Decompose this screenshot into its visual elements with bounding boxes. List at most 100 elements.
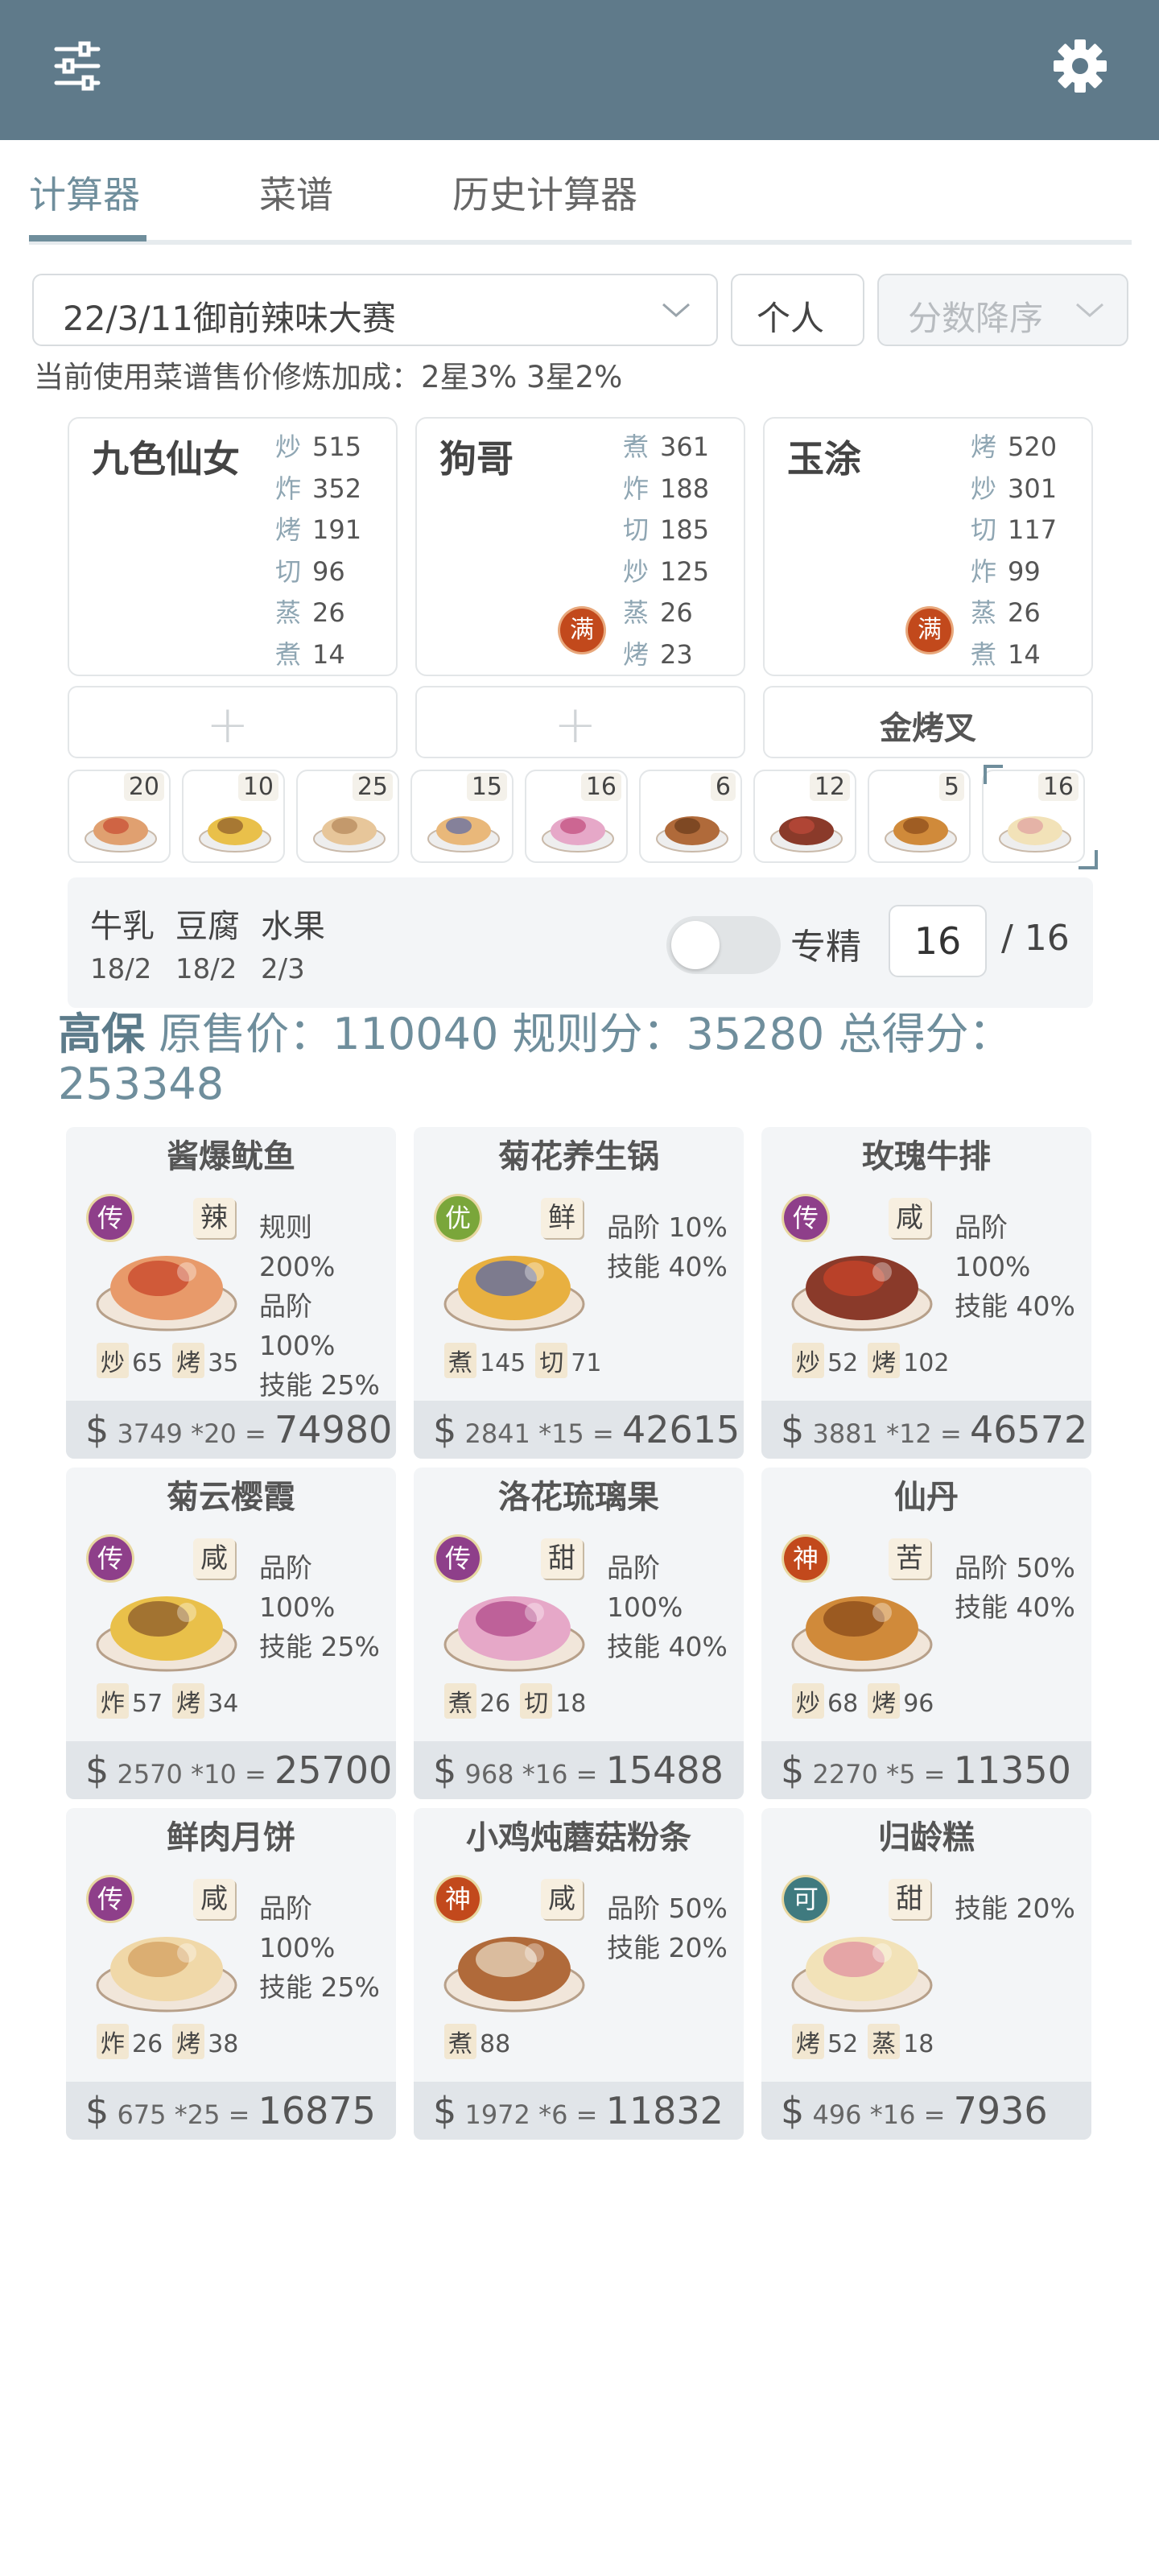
quantity: *16: [522, 1759, 568, 1790]
total-score: 253348: [58, 1059, 225, 1109]
skill-requirement: 炒 52: [792, 1343, 858, 1378]
recipe-card[interactable]: 玫瑰牛排 传 咸 品阶 100% 技能 40% 炒 52 烤 102 $ 3881 *12…: [761, 1127, 1091, 1459]
unit-price: 3881: [812, 1418, 878, 1449]
recipe-name: 玫瑰牛排: [862, 1138, 991, 1175]
selected-dish-thumb[interactable]: 10: [182, 770, 285, 863]
chef-skill: 烤 23: [623, 638, 693, 670]
dollar-icon: $: [781, 1408, 805, 1451]
quantity: *10: [191, 1759, 237, 1790]
recipe-skills: 炸 57 烤 34: [97, 1683, 248, 1719]
skill-requirement: 炸 57: [97, 1683, 163, 1719]
selected-dish-thumb[interactable]: 16: [525, 770, 628, 863]
dish-image: [885, 816, 957, 852]
selected-dish-thumb[interactable]: 12: [753, 770, 856, 863]
gear-icon[interactable]: [1048, 38, 1112, 94]
dish-count: 16: [580, 773, 621, 801]
dish-image: [999, 816, 1071, 852]
material-milk: 牛乳 18/2: [90, 908, 155, 985]
tab-calculator[interactable]: 计算器: [29, 166, 140, 219]
flavor-tag: 咸: [541, 1879, 583, 1919]
recipe-total: 7936: [953, 2089, 1048, 2132]
equip-slot-3[interactable]: 金烤叉: [763, 686, 1093, 758]
dollar-icon: $: [85, 1748, 109, 1792]
mode-button[interactable]: 个人: [731, 274, 864, 346]
rarity-badge: 神: [784, 1537, 827, 1580]
chef-skill: 炒 301: [971, 473, 1058, 504]
recipe-card[interactable]: 小鸡炖蘑菇粉条 神 咸 品阶 50% 技能 20% 煮 88 $ 1972 *6 = …: [414, 1808, 744, 2140]
dish-image: [770, 816, 843, 852]
recipe-name: 酱爆鱿鱼: [167, 1138, 295, 1175]
recipe-card[interactable]: 菊花养生锅 优 鲜 品阶 10% 技能 40% 煮 145 切 71 $ 2841 *15…: [414, 1127, 744, 1459]
recipe-name: 菊云樱霞: [167, 1479, 295, 1516]
flavor-tag: 咸: [193, 1538, 235, 1579]
rank-label: 高保: [58, 1009, 145, 1059]
equip-label: 金烤叉: [880, 710, 976, 747]
recipe-card[interactable]: 洛花琉璃果 传 甜 品阶 100% 技能 40% 煮 26 切 18 $ 968 *16 …: [414, 1468, 744, 1799]
chef-skill: 煮 14: [971, 638, 1041, 670]
price-row: $ 496 *16 = 7936: [761, 2082, 1091, 2140]
price-row: $ 3881 *12 = 46572: [761, 1401, 1091, 1459]
skill-requirement: 烤 102: [868, 1343, 949, 1378]
selected-dish-thumb[interactable]: 5: [868, 770, 971, 863]
equip-slot-2[interactable]: +: [415, 686, 745, 758]
recipe-card[interactable]: 菊云樱霞 传 咸 品阶 100% 技能 25% 炸 57 烤 34 $ 2570 *10 …: [66, 1468, 396, 1799]
bonus-line: 品阶 100%: [259, 1290, 336, 1361]
dish-count: 25: [352, 773, 393, 801]
material-tofu: 豆腐 18/2: [175, 908, 240, 985]
bonus-line: 技能 20%: [607, 1932, 728, 1963]
selected-dish-thumb[interactable]: 25: [296, 770, 399, 863]
skill-requirement: 煮 145: [444, 1343, 526, 1378]
recipe-card[interactable]: 仙丹 神 苦 品阶 50% 技能 40% 炒 68 烤 96 $ 2270 *5 = 11…: [761, 1468, 1091, 1799]
selected-dish-thumb[interactable]: 15: [410, 770, 514, 863]
recipe-total: 74980: [274, 1408, 393, 1451]
flavor-tag: 辣: [193, 1198, 235, 1238]
chef-skill: 炒 515: [275, 431, 362, 462]
maxed-badge: 满: [560, 609, 604, 652]
focus-toggle[interactable]: [666, 916, 781, 974]
tab-history-calculator[interactable]: 历史计算器: [452, 166, 637, 219]
skill-requirement: 炒 68: [792, 1683, 858, 1719]
bonus-line: 技能 40%: [607, 1631, 728, 1662]
sliders-icon[interactable]: [45, 38, 109, 94]
chef-card[interactable]: 玉涂 烤 520 炒 301 切 117 炸 99 蒸 26 煮 14 满: [763, 417, 1093, 676]
chef-name: 玉涂: [787, 437, 861, 481]
recipe-total: 16875: [258, 2089, 376, 2132]
selected-dish-thumb[interactable]: 6: [639, 770, 742, 863]
recipe-skills: 煮 88: [444, 2024, 520, 2059]
sort-select[interactable]: 分数降序: [877, 274, 1128, 346]
recipe-skills: 烤 52 蒸 18: [792, 2024, 943, 2059]
tab-recipes[interactable]: 菜谱: [259, 166, 333, 219]
tab-bar: 计算器 菜谱 历史计算器: [29, 161, 1132, 245]
chef-name: 九色仙女: [92, 437, 240, 481]
contest-select[interactable]: 22/3/11御前辣味大赛: [32, 274, 718, 346]
chef-skills: 烤 520 炒 301 切 117 炸 99 蒸 26 煮 14: [971, 427, 1059, 676]
chef-skill: 蒸 26: [971, 597, 1041, 629]
flavor-tag: 苦: [889, 1538, 930, 1579]
dish-count: 6: [710, 773, 736, 801]
recipe-name: 菊花养生锅: [498, 1138, 659, 1175]
chef-skill: 蒸 26: [623, 597, 693, 629]
dollar-icon: $: [433, 1748, 457, 1792]
dish-count: 12: [809, 773, 850, 801]
score-summary: 高保 原售价：110040 规则分：35280 总得分： 253348: [58, 1009, 1024, 1109]
dish-image: [85, 816, 157, 852]
chef-card[interactable]: 九色仙女 炒 515 炸 352 烤 191 切 96 蒸 26 煮 14: [68, 417, 398, 676]
recipe-skills: 煮 26 切 18: [444, 1683, 596, 1719]
recipe-card[interactable]: 鲜肉月饼 传 咸 品阶 100% 技能 25% 炸 26 烤 38 $ 675 *25 =…: [66, 1808, 396, 2140]
recipe-total: 46572: [969, 1408, 1088, 1451]
unit-price: 496: [812, 2099, 862, 2130]
price-row: $ 1972 *6 = 11832: [414, 2082, 744, 2140]
focus-count-input[interactable]: 16: [889, 905, 987, 977]
equip-slot-1[interactable]: +: [68, 686, 398, 758]
flavor-tag: 甜: [541, 1538, 583, 1579]
bonus-list: 品阶 100% 技能 25%: [259, 1889, 396, 2007]
recipe-card[interactable]: 归龄糕 可 甜 技能 20% 烤 52 蒸 18 $ 496 *16 = 7936: [761, 1808, 1091, 2140]
recipe-card[interactable]: 酱爆鱿鱼 传 辣 规则 200% 品阶 100% 技能 25% 炒 65 烤 35 $ 37…: [66, 1127, 396, 1459]
bonus-line: 技能 40%: [955, 1290, 1075, 1322]
recipe-skills: 炒 65 烤 35: [97, 1343, 248, 1378]
rarity-badge: 传: [89, 1537, 132, 1580]
chef-card[interactable]: 狗哥 煮 361 炸 188 切 185 炒 125 蒸 26 烤 23 满: [415, 417, 745, 676]
selected-dish-thumb[interactable]: 20: [68, 770, 171, 863]
flavor-tag: 鲜: [541, 1198, 583, 1238]
skill-requirement: 炸 26: [97, 2024, 163, 2059]
